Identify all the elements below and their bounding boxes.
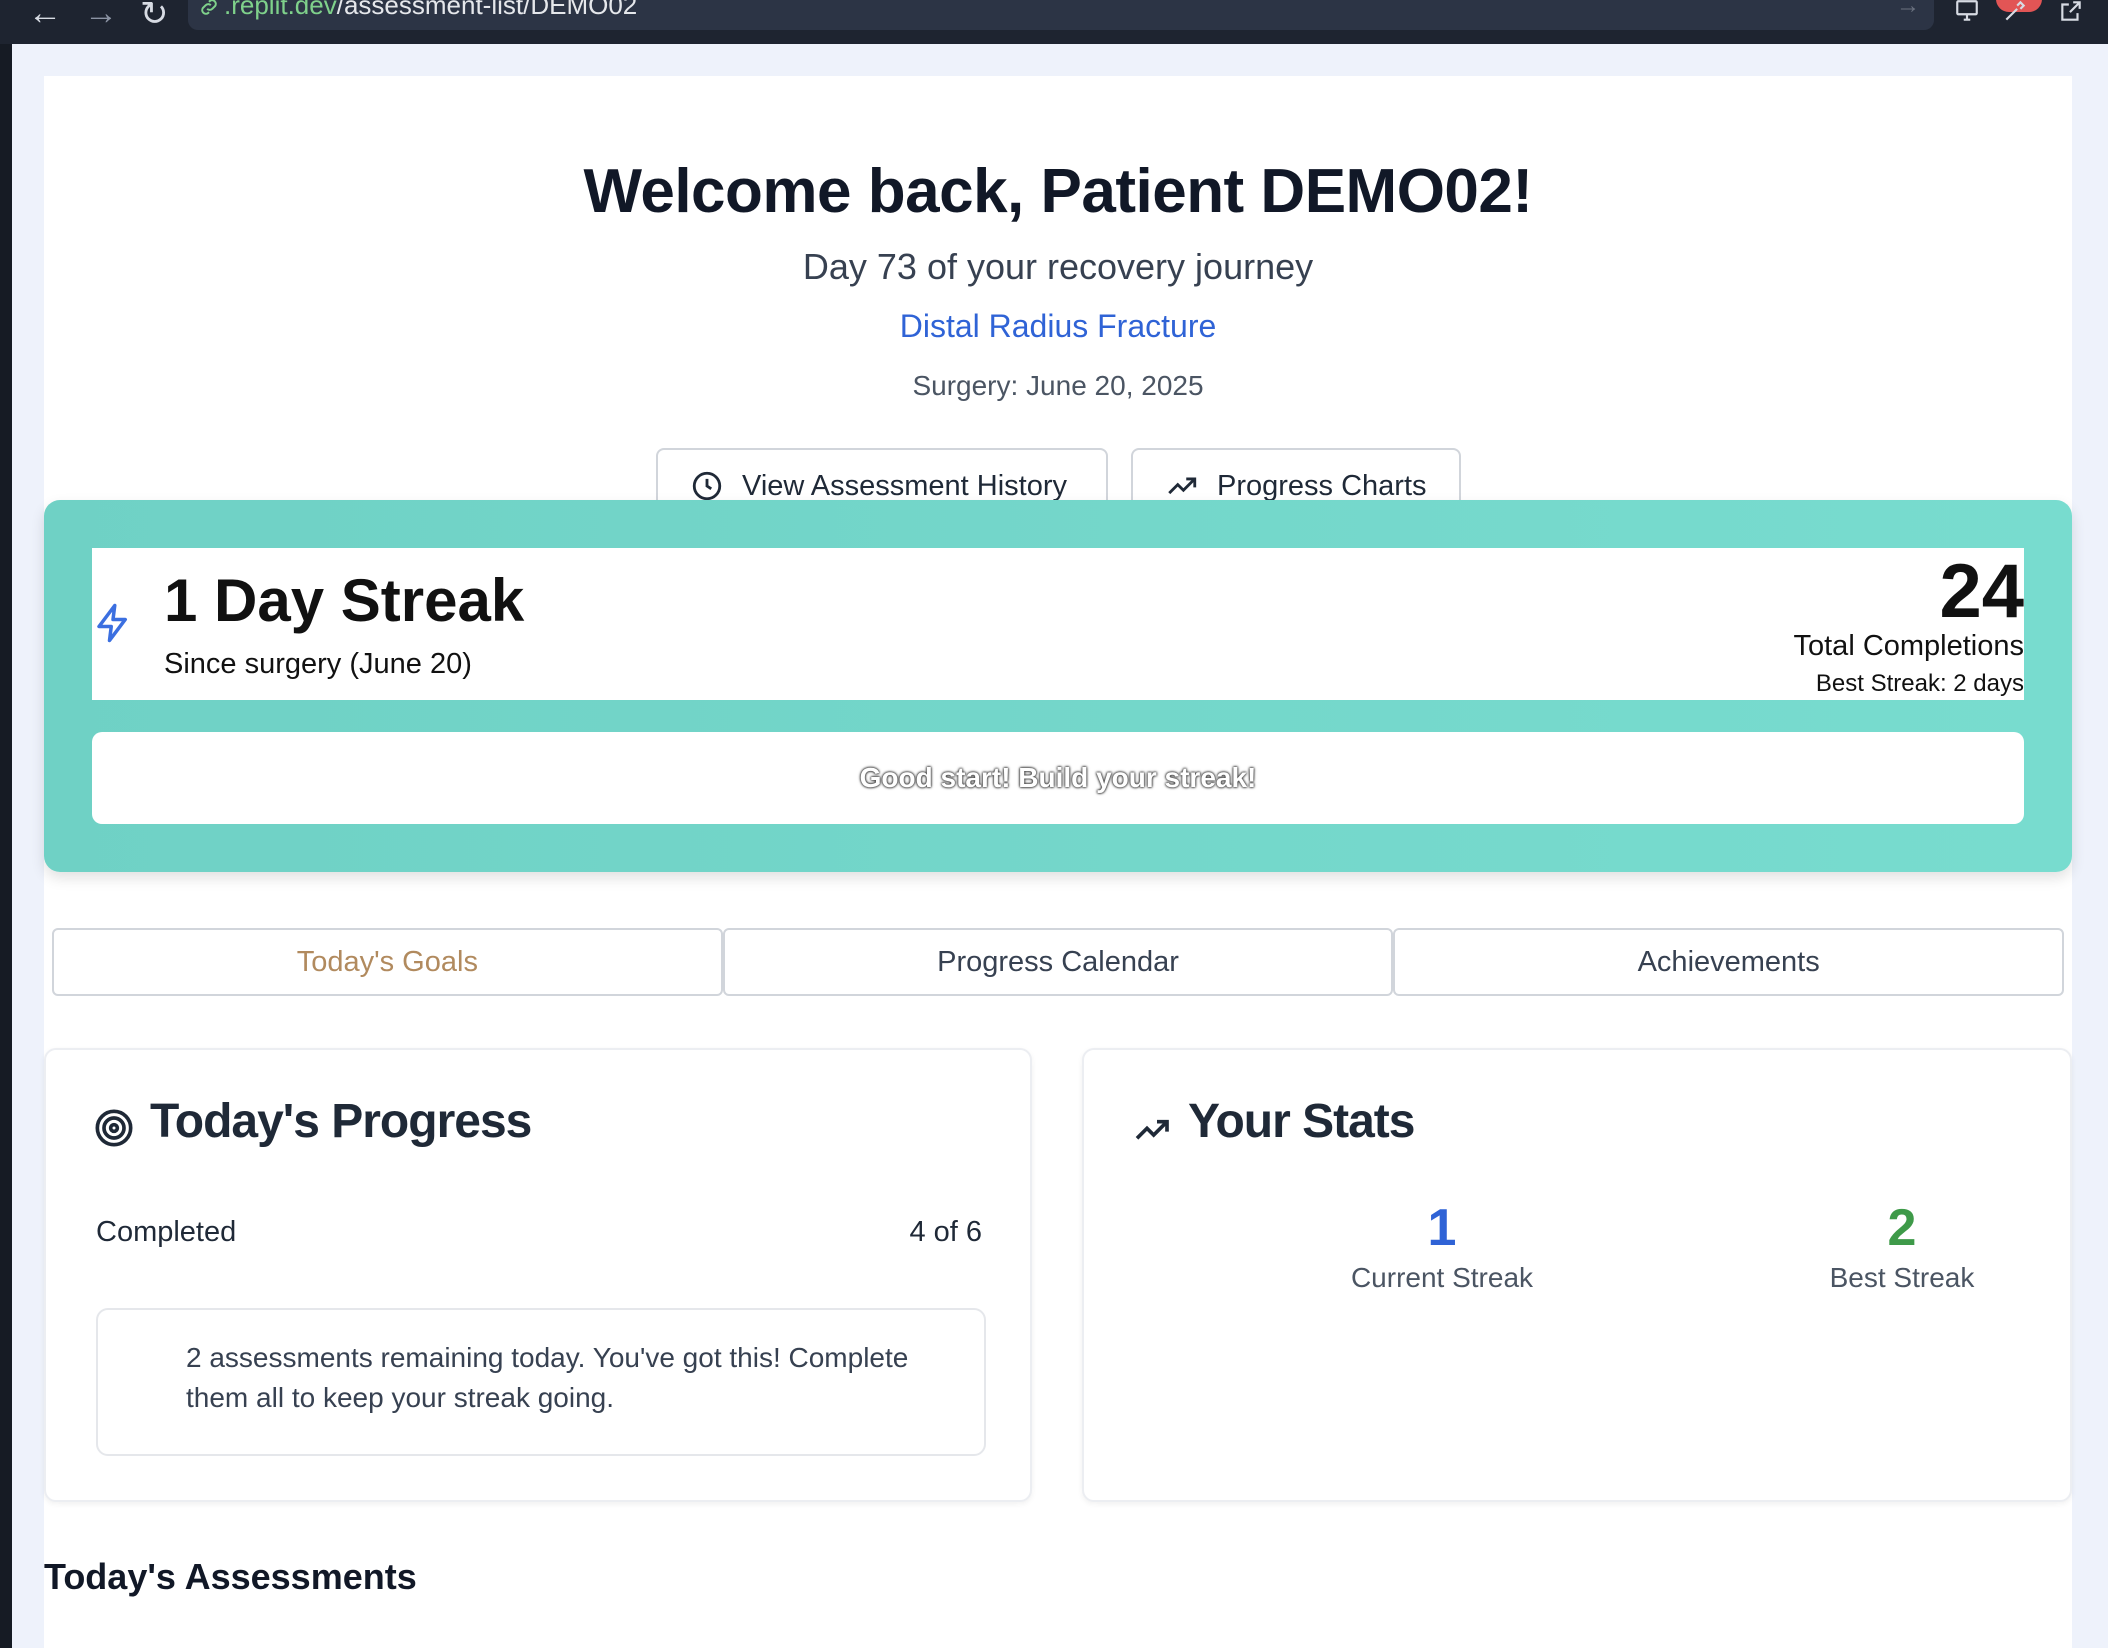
- streak-message: Good start! Build your streak!: [92, 732, 2024, 824]
- recovery-day: Day 73 of your recovery journey: [802, 246, 1314, 287]
- streak-banner: 1 Day Streak Since surgery (June 20) 24 …: [44, 500, 2072, 872]
- streak-since: Since surgery (June 20): [164, 648, 472, 680]
- url-text: .replit.dev/assessment-list/DEMO02: [224, 0, 638, 20]
- charts-button-label: Progress Charts: [1217, 469, 1427, 502]
- trending-up-icon: [1135, 1119, 1169, 1140]
- forward-icon[interactable]: →: [84, 0, 118, 33]
- lightning-icon: [97, 603, 127, 643]
- current-streak-label: Current Streak: [1350, 1262, 1534, 1293]
- reload-icon[interactable]: ↻: [140, 0, 169, 34]
- clock-icon: [692, 471, 722, 501]
- current-streak-value: 1: [1427, 1199, 1457, 1257]
- total-completions-label: Total Completions: [1793, 630, 2025, 662]
- condition-name: Distal Radius Fracture: [899, 308, 1217, 344]
- tab-progress-calendar[interactable]: Progress Calendar: [722, 928, 1394, 996]
- best-streak-label: Best Streak: 2 days: [1815, 670, 2024, 697]
- streak-summary: 1 Day Streak Since surgery (June 20) 24 …: [92, 548, 2024, 700]
- left-edge: [0, 44, 12, 1648]
- go-icon[interactable]: →: [1896, 0, 1920, 20]
- best-streak-stat: 2 Best Streak: [1752, 1198, 2052, 1294]
- tools-icon[interactable]: [2000, 0, 2030, 24]
- streak-title: 1 Day Streak: [164, 567, 525, 634]
- tab-achievements[interactable]: Achievements: [1393, 928, 2065, 996]
- external-link-icon[interactable]: [2056, 0, 2086, 24]
- surgery-date: Surgery: June 20, 2025: [912, 370, 1204, 401]
- main-page: Welcome back, Patient DEMO02! Day 73 of …: [44, 76, 2072, 1648]
- back-icon[interactable]: ←: [28, 0, 62, 33]
- target-icon: [95, 1109, 133, 1147]
- best-streak-stat-label: Best Streak: [1829, 1262, 1975, 1293]
- stats-title: Your Stats: [1188, 1095, 1415, 1148]
- todays-progress-card: Today's Progress Completed 4 of 6 2 asse…: [44, 1048, 1032, 1502]
- current-streak-stat: 1 Current Streak: [1292, 1198, 1592, 1294]
- address-bar[interactable]: .replit.dev/assessment-list/DEMO02 →: [188, 0, 1934, 30]
- desktop-icon[interactable]: [1952, 0, 1982, 24]
- your-stats-card: Your Stats 1 Current Streak 2 Best Strea…: [1082, 1048, 2072, 1502]
- tab-todays-goals[interactable]: Today's Goals: [52, 928, 723, 996]
- browser-toolbar: ← → ↻ .replit.dev/assessment-list/DEMO02…: [0, 0, 2108, 44]
- history-button-label: View Assessment History: [742, 469, 1068, 502]
- best-streak-value: 2: [1887, 1199, 1917, 1257]
- total-completions-count: 24: [1939, 549, 2024, 634]
- completed-value: 4 of 6: [909, 1216, 982, 1248]
- progress-title: Today's Progress: [150, 1095, 532, 1148]
- link-icon: [201, 0, 217, 15]
- todays-assessments-heading: Today's Assessments: [44, 1556, 417, 1597]
- completed-label: Completed: [96, 1216, 237, 1248]
- tab-bar: Today's Goals Progress Calendar Achievem…: [52, 928, 2065, 996]
- trending-up-icon: [1168, 477, 1197, 495]
- page-title: Welcome back, Patient DEMO02!: [583, 157, 1533, 226]
- remaining-note: 2 assessments remaining today. You've go…: [96, 1308, 986, 1456]
